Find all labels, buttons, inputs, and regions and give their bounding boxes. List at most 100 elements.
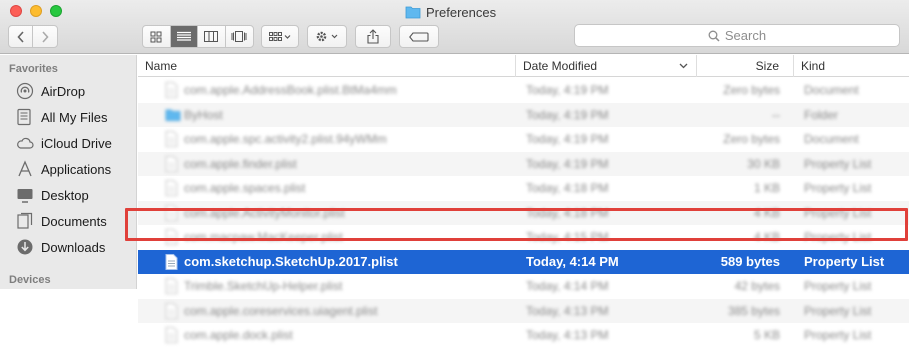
file-date-modified: Today, 4:18 PM xyxy=(526,205,609,220)
file-name: com.sketchup.SketchUp.2017.plist xyxy=(184,254,398,269)
file-row[interactable]: Trimble.SketchUp-Helper.plist Today, 4:14… xyxy=(138,274,909,299)
sidebar-item-all-my-files[interactable]: All My Files xyxy=(16,106,107,128)
chevron-right-icon xyxy=(42,30,49,43)
file-row[interactable]: com.apple.dock.plist Today, 4:13 PM 5 KB Pr… xyxy=(138,323,909,348)
file-size: 589 bytes xyxy=(720,254,780,269)
sidebar: Favorites AirDrop All My Files iCloud Dr… xyxy=(0,55,137,289)
file-name: com.apple.ActivityMonitor.plist xyxy=(184,205,345,220)
document-icon xyxy=(165,302,178,322)
file-size: 385 bytes xyxy=(727,303,780,318)
folder-icon xyxy=(405,6,421,19)
file-size: 42 bytes xyxy=(734,279,780,293)
file-name: com.macpaw.MacKeeper.plist xyxy=(184,230,343,244)
search-placeholder: Search xyxy=(724,28,767,43)
all-files-icon xyxy=(17,108,31,126)
file-kind: Property List xyxy=(804,254,885,269)
arrange-button[interactable] xyxy=(261,25,299,48)
file-row[interactable]: com.apple.coreservices.uiagent.plist Toda… xyxy=(138,298,909,323)
file-kind: Property List xyxy=(804,279,872,293)
file-kind: Folder xyxy=(804,107,839,122)
file-row[interactable]: com.apple.spc.activity2.plist.94yWMm Toda… xyxy=(138,127,909,152)
file-row[interactable]: com.apple.AddressBook.plist.BtMa4mm Today… xyxy=(138,78,909,103)
file-name: Trimble.SketchUp-Helper.plist xyxy=(184,279,343,293)
document-icon xyxy=(165,278,178,297)
file-name: com.apple.AddressBook.plist.BtMa4mm xyxy=(184,83,397,97)
file-row[interactable]: com.apple.finder.plist Today, 4:19 PM 30 K… xyxy=(138,151,909,176)
column-header-size[interactable]: Size xyxy=(696,55,793,77)
desktop-icon xyxy=(17,189,33,203)
share-icon xyxy=(367,29,379,44)
file-size: -- xyxy=(772,107,780,122)
sidebar-item-airdrop[interactable]: AirDrop xyxy=(16,80,85,102)
sidebar-item-label: All My Files xyxy=(41,109,108,125)
forward-button[interactable] xyxy=(33,26,57,47)
file-name: ByHost xyxy=(184,107,223,122)
file-name: com.apple.finder.plist xyxy=(184,156,297,171)
column-view-button[interactable] xyxy=(198,26,226,47)
cover-flow-button[interactable] xyxy=(226,26,253,47)
sidebar-item-label: AirDrop xyxy=(41,83,86,99)
file-kind: Property List xyxy=(804,303,872,318)
zoom-window-button[interactable] xyxy=(50,5,62,17)
chevron-down-icon xyxy=(679,63,688,69)
file-date-modified: Today, 4:19 PM xyxy=(526,83,609,97)
file-row-selected[interactable]: com.sketchup.SketchUp.2017.plist Today, 4… xyxy=(138,249,909,274)
file-date-modified: Today, 4:19 PM xyxy=(526,132,609,146)
file-date-modified: Today, 4:13 PM xyxy=(526,328,609,342)
file-row[interactable]: com.apple.spaces.plist Today, 4:18 PM 1 KB… xyxy=(138,176,909,201)
file-row[interactable]: com.apple.ActivityMonitor.plist Today, 4:… xyxy=(138,200,909,225)
tags-button[interactable] xyxy=(399,25,439,48)
file-kind: Property List xyxy=(804,181,872,195)
document-icon xyxy=(165,131,178,150)
list-view-button[interactable] xyxy=(170,26,198,47)
file-kind: Document xyxy=(804,132,859,146)
file-date-modified: Today, 4:19 PM xyxy=(526,107,609,122)
column-header-label: Name xyxy=(145,59,178,73)
sidebar-item-desktop[interactable]: Desktop xyxy=(16,184,89,206)
sidebar-item-label: Downloads xyxy=(41,239,106,255)
action-button[interactable] xyxy=(307,25,347,48)
sidebar-item-label: iCloud Drive xyxy=(41,135,112,151)
tag-icon xyxy=(409,31,429,42)
document-icon xyxy=(165,229,178,248)
column-header-name[interactable]: Name xyxy=(138,55,515,77)
file-name: com.apple.coreservices.uiagent.plist xyxy=(184,303,378,318)
cloud-icon xyxy=(17,137,34,149)
close-window-button[interactable] xyxy=(10,5,22,17)
sidebar-item-icloud-drive[interactable]: iCloud Drive xyxy=(16,132,112,154)
file-kind: Property List xyxy=(804,230,872,244)
file-row[interactable]: com.macpaw.MacKeeper.plist Today, 4:15 PM… xyxy=(138,225,909,250)
file-kind: Property List xyxy=(804,328,872,342)
share-button[interactable] xyxy=(355,25,391,48)
file-date-modified: Today, 4:13 PM xyxy=(526,303,609,318)
file-row[interactable]: ByHost Today, 4:19 PM -- Folder xyxy=(138,102,909,127)
list-icon xyxy=(176,31,191,41)
chevron-left-icon xyxy=(16,30,24,43)
window-title-text: Preferences xyxy=(426,4,497,20)
file-size: 30 KB xyxy=(747,156,780,171)
sidebar-item-downloads[interactable]: Downloads xyxy=(16,236,105,258)
sidebar-item-applications[interactable]: Applications xyxy=(16,158,111,180)
gear-icon xyxy=(316,31,338,42)
column-header-date-modified[interactable]: Date Modified xyxy=(515,55,696,77)
file-size: Zero bytes xyxy=(723,83,780,97)
sidebar-item-label: Desktop xyxy=(41,187,89,203)
back-button[interactable] xyxy=(9,26,34,47)
downloads-icon xyxy=(17,239,33,255)
file-date-modified: Today, 4:19 PM xyxy=(526,156,609,171)
document-icon xyxy=(165,204,178,224)
icon-view-button[interactable] xyxy=(143,26,171,47)
minimize-window-button[interactable] xyxy=(30,5,42,17)
column-header-kind[interactable]: Kind xyxy=(793,55,909,77)
devices-heading: Devices xyxy=(9,274,51,286)
sidebar-item-label: Documents xyxy=(41,213,107,229)
favorites-heading: Favorites xyxy=(9,63,58,75)
column-header-label: Kind xyxy=(801,59,826,73)
file-kind: Document xyxy=(804,83,859,97)
cover-flow-icon xyxy=(231,31,247,42)
navigation-buttons xyxy=(8,25,58,48)
applications-icon xyxy=(18,160,32,177)
document-icon xyxy=(165,327,178,346)
search-field[interactable]: Search xyxy=(574,24,900,47)
sidebar-item-documents[interactable]: Documents xyxy=(16,210,107,232)
